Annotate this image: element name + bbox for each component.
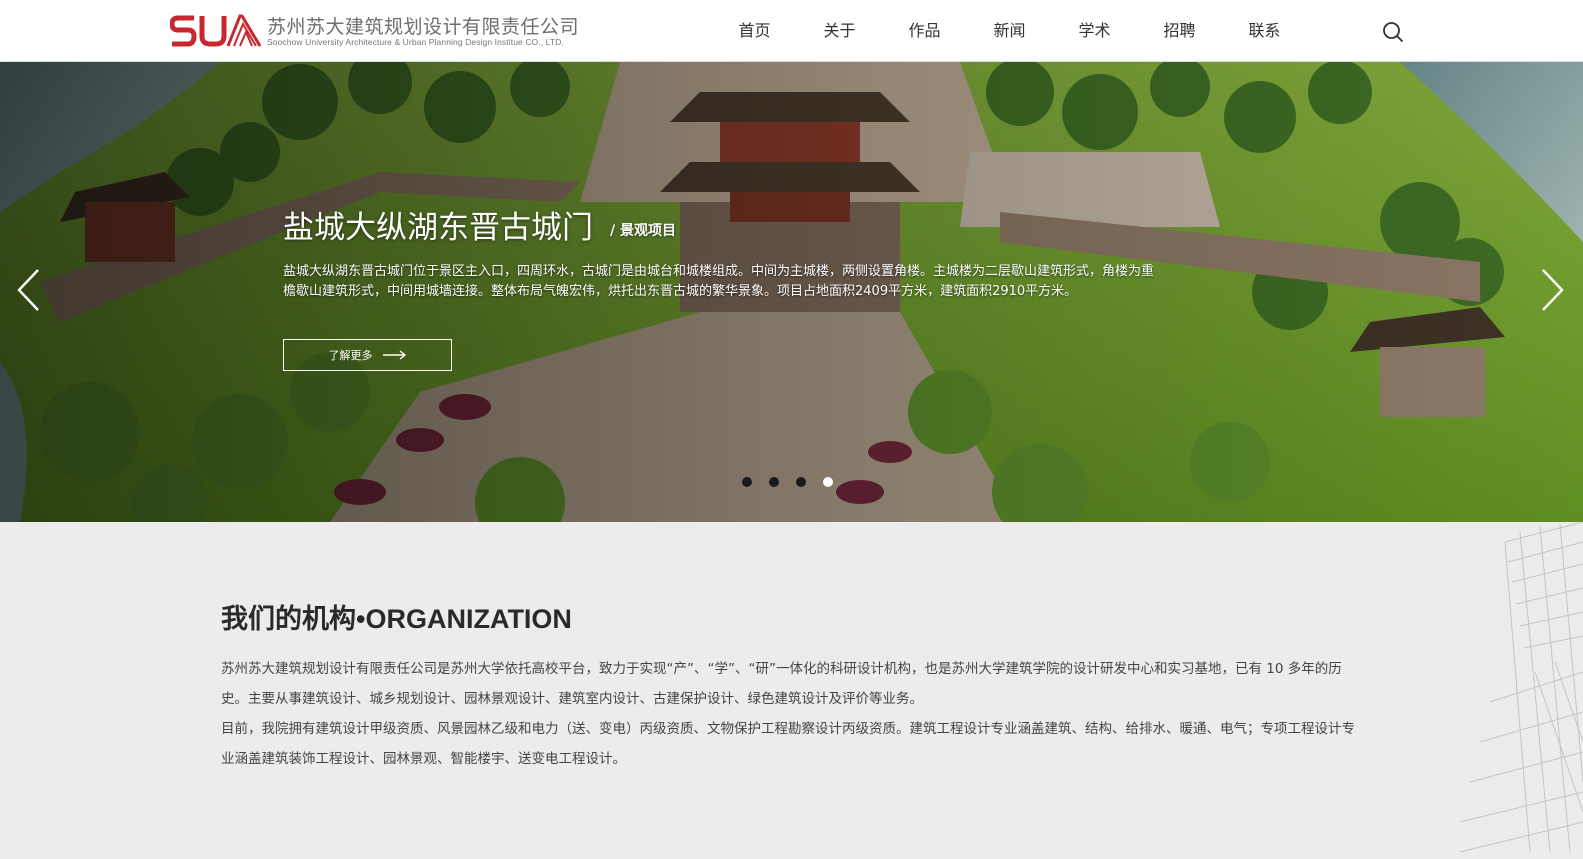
section-body: 苏州苏大建筑规划设计有限责任公司是苏州大学依托高校平台，致力于实现“产”、“学”… — [221, 654, 1361, 774]
banner-category-tag: / 景观项目 — [610, 223, 676, 239]
architecture-sketch-decoration — [1460, 522, 1583, 853]
learn-more-label: 了解更多 — [328, 349, 373, 362]
slider-pagination — [742, 477, 833, 487]
company-logo[interactable]: 苏州苏大建筑规划设计有限责任公司 Soochow University Arch… — [170, 12, 590, 52]
chevron-left-icon[interactable] — [14, 267, 44, 313]
nav-item-about[interactable]: 关于 — [797, 0, 882, 62]
search-icon[interactable] — [1382, 21, 1404, 43]
nav-item-news[interactable]: 新闻 — [967, 0, 1052, 62]
nav-item-academic[interactable]: 学术 — [1052, 0, 1137, 62]
org-paragraph: 苏州苏大建筑规划设计有限责任公司是苏州大学依托高校平台，致力于实现“产”、“学”… — [221, 661, 1342, 707]
section-title: 我们的机构•ORGANIZATION — [221, 604, 572, 634]
site-header: 苏州苏大建筑规划设计有限责任公司 Soochow University Arch… — [0, 0, 1583, 62]
nav-item-home[interactable]: 首页 — [712, 0, 797, 62]
logo-chinese-name: 苏州苏大建筑规划设计有限责任公司 — [267, 16, 580, 38]
nav-item-contact[interactable]: 联系 — [1222, 0, 1307, 62]
banner-title: 盐城大纵湖东晋古城门 — [283, 210, 593, 246]
banner-description: 盐城大纵湖东晋古城门位于景区主入口，四周环水，古城门是由城台和城楼组成。中间为主… — [283, 264, 1155, 299]
main-nav: 首页 关于 作品 新闻 学术 招聘 联系 — [712, 0, 1307, 62]
logo-english-name: Soochow University Architecture & Urban … — [267, 37, 564, 47]
nav-item-recruit[interactable]: 招聘 — [1137, 0, 1222, 62]
arrow-right-icon — [382, 350, 406, 360]
hero-banner: 盐城大纵湖东晋古城门 / 景观项目 盐城大纵湖东晋古城门位于景区主入口，四周环水… — [0, 62, 1583, 522]
nav-item-works[interactable]: 作品 — [882, 0, 967, 62]
slider-dot[interactable] — [742, 477, 752, 487]
organization-section: 我们的机构•ORGANIZATION 苏州苏大建筑规划设计有限责任公司是苏州大学… — [0, 522, 1583, 859]
chevron-right-icon[interactable] — [1537, 267, 1567, 313]
logo-mark-icon — [170, 14, 262, 47]
slider-dot[interactable] — [769, 477, 779, 487]
slider-dot[interactable] — [796, 477, 806, 487]
learn-more-button[interactable]: 了解更多 — [283, 339, 452, 371]
slider-dot-active[interactable] — [823, 477, 833, 487]
org-paragraph: 目前，我院拥有建筑设计甲级资质、风景园林乙级和电力（送、变电）丙级资质、文物保护… — [221, 721, 1355, 767]
